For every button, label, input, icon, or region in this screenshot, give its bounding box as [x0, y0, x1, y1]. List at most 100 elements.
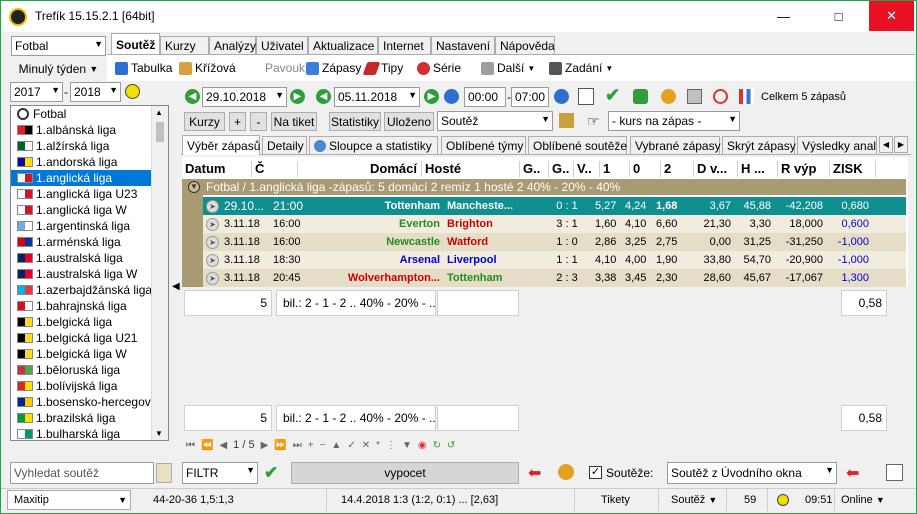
tab-skryt-zapasy[interactable]: Skrýt zápasy — [722, 136, 796, 154]
col-v[interactable]: V.. — [574, 161, 600, 177]
close-button[interactable]: ✕ — [869, 1, 914, 31]
list-item-root[interactable]: Fotbal — [11, 106, 168, 122]
row-expand-icon[interactable]: ➤ — [203, 199, 224, 213]
minus-button[interactable]: - — [250, 112, 267, 131]
col-datum[interactable]: Datum — [182, 161, 252, 177]
sidebar-item-league[interactable]: 1.albánská liga — [11, 122, 168, 138]
col-0[interactable]: 0 — [630, 161, 661, 177]
serie-button[interactable]: Série — [417, 59, 461, 77]
next-date2-icon[interactable]: ▶ — [424, 89, 439, 104]
tab-vysledky-analyz[interactable]: Výsledky analýz — [797, 136, 877, 154]
sidebar-item-league[interactable]: 1.bosensko-hercegov — [11, 394, 168, 410]
sport-select[interactable]: Fotbal ▼ — [11, 36, 106, 56]
pavouk-button[interactable]: Pavouk — [265, 59, 305, 77]
stop-icon[interactable]: ◉ — [418, 440, 427, 451]
document-icon[interactable] — [687, 89, 702, 104]
status-online[interactable]: Online ▼ — [835, 489, 899, 511]
col-rvyp[interactable]: R výp — [778, 161, 830, 177]
status-tikety[interactable]: Tikety — [595, 489, 659, 511]
sidebar-item-league[interactable]: 1.australská liga W — [11, 266, 168, 282]
prev-date-icon[interactable]: ◀ — [185, 89, 200, 104]
table-row[interactable]: ➤ 3.11.18 16:00 Newcastle Watford 1 : 0 2,86 3,… — [203, 233, 906, 251]
sidebar-item-league[interactable]: 1.anglická liga U23 — [11, 186, 168, 202]
next-block-icon[interactable]: ⏩ — [274, 440, 286, 451]
table-row[interactable]: ➤ 3.11.18 20:45 Wolverhampton... Tottenham 2 … — [203, 269, 906, 287]
prev-date2-icon[interactable]: ◀ — [316, 89, 331, 104]
tab-uzivatel[interactable]: Uživatel — [256, 36, 308, 54]
collapse-sidebar-icon[interactable]: ◀ — [172, 281, 180, 292]
filter-funnel-icon[interactable]: ▼ — [402, 440, 412, 451]
sidebar-item-league[interactable]: 1.arménská liga — [11, 234, 168, 250]
refresh-ball-icon[interactable] — [125, 84, 140, 99]
tab-oblibene-souteze[interactable]: Oblíbené soutěže — [528, 136, 627, 154]
tab-scroll-right-icon[interactable]: ▶ — [894, 136, 908, 153]
col-g1[interactable]: G.. — [520, 161, 549, 177]
sidebar-item-league[interactable]: 1.běloruská liga — [11, 362, 168, 378]
prev-block-icon[interactable]: ⏪ — [201, 440, 213, 451]
check-icon[interactable]: ✓ — [347, 440, 355, 451]
table-row[interactable]: ➤ 3.11.18 16:00 Everton Brighton 3 : 1 1,60 4,1… — [203, 215, 906, 233]
sidebar-item-league[interactable]: 1.belgická liga U21 — [11, 330, 168, 346]
sidebar-item-league[interactable]: 1.belgická liga — [11, 314, 168, 330]
next-date-icon[interactable]: ▶ — [290, 89, 305, 104]
options-icon[interactable]: ⋮ — [386, 440, 396, 451]
time-to-input[interactable]: 07:00 — [511, 87, 549, 107]
status-soutez[interactable]: Soutěž ▼ — [665, 489, 727, 511]
date-from-input[interactable]: 29.10.2018 ▼ — [202, 87, 287, 107]
row-expand-icon[interactable]: ➤ — [203, 217, 224, 231]
first-page-icon[interactable]: ⏮ — [186, 440, 195, 451]
asterisk-icon[interactable]: * — [376, 440, 380, 451]
refresh-icon[interactable]: ↻ — [433, 440, 441, 451]
reload-icon[interactable]: ↺ — [447, 440, 455, 451]
sidebar-item-league[interactable]: 1.belgická liga W — [11, 346, 168, 362]
zoom-icon[interactable] — [713, 89, 728, 104]
tab-kurzy[interactable]: Kurzy — [160, 36, 209, 54]
status-left-select[interactable]: Maxitip ▼ — [7, 490, 131, 510]
statistiky-button[interactable]: Statistiky — [329, 112, 381, 131]
sidebar-item-league[interactable]: 1.australská liga — [11, 250, 168, 266]
tabulka-button[interactable]: Tabulka — [115, 59, 172, 77]
tab-soutez[interactable]: Soutěž — [111, 33, 160, 55]
print-icon[interactable] — [578, 88, 594, 105]
kurzy-button[interactable]: Kurzy — [184, 112, 225, 131]
user-icon[interactable] — [558, 464, 574, 480]
filtr-select[interactable]: FILTR ▼ — [182, 462, 258, 484]
clock2-icon[interactable] — [554, 89, 569, 104]
sidebar-item-league[interactable]: 1.azerbajdžánská liga — [11, 282, 168, 298]
search-input[interactable]: Vyhledat soutěž — [10, 462, 154, 484]
col-1[interactable]: 1 — [600, 161, 630, 177]
col-hoste[interactable]: Hosté — [422, 161, 520, 177]
time-from-input[interactable]: 00:00 — [464, 87, 506, 107]
souteze-checkbox[interactable]: ✓ — [589, 466, 602, 479]
chart-icon[interactable] — [739, 89, 754, 104]
col-zisk[interactable]: ZISK — [830, 161, 876, 177]
tab-vyber-zapasu[interactable]: Výběr zápasů — [182, 135, 260, 155]
col-dv[interactable]: D v... — [694, 161, 738, 177]
filter-icon[interactable] — [559, 113, 574, 128]
dalsi-button[interactable]: Další ▼ — [481, 59, 535, 77]
excel-icon[interactable] — [633, 89, 648, 104]
zapasy-button[interactable]: Zápasy — [306, 59, 361, 77]
sidebar-item-league[interactable]: 1.bolívijská liga — [11, 378, 168, 394]
tab-oblibene-tymy[interactable]: Oblíbené týmy — [441, 136, 526, 154]
up-icon[interactable]: ▲ — [331, 440, 341, 451]
col-domaci[interactable]: Domácí — [298, 161, 422, 177]
scroll-up-icon[interactable]: ▲ — [155, 108, 163, 117]
col-h[interactable]: H ... — [738, 161, 778, 177]
tab-internet[interactable]: Internet — [378, 36, 431, 54]
year-from-select[interactable]: 2017 ▼ — [10, 82, 63, 102]
cancel-icon[interactable]: ✕ — [362, 440, 370, 451]
coins-icon[interactable] — [661, 89, 676, 104]
sidebar-item-league[interactable]: 1.bahrajnská liga — [11, 298, 168, 314]
table-row[interactable]: ➤ 29.10... 21:00 Tottenham Mancheste... 0 : 1… — [203, 197, 906, 215]
sidebar-item-league[interactable]: 1.anglická liga — [11, 170, 168, 186]
tab-nastaveni[interactable]: Nastavení — [431, 36, 495, 54]
search-icon[interactable] — [156, 463, 172, 483]
sidebar-item-league[interactable]: 1.argentinská liga — [11, 218, 168, 234]
year-to-select[interactable]: 2018 ▼ — [70, 82, 121, 102]
tipy-button[interactable]: Tipy — [362, 59, 403, 77]
expand-icon[interactable] — [886, 464, 903, 481]
table-row[interactable]: ➤ 3.11.18 18:30 Arsenal Liverpool 1 : 1 4,10 4,… — [203, 251, 906, 269]
scroll-thumb[interactable] — [156, 122, 164, 142]
row-expand-icon[interactable]: ➤ — [203, 235, 224, 249]
